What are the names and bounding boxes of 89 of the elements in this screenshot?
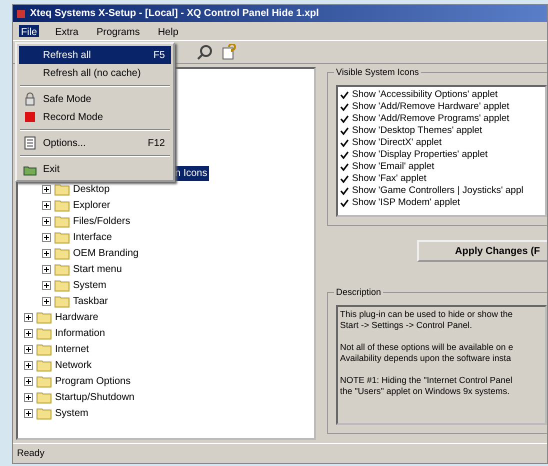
lock-icon — [23, 92, 37, 106]
expand-icon — [24, 392, 33, 402]
checkbox-label: Show 'Display Properties' applet — [352, 149, 488, 161]
checkbox[interactable] — [340, 126, 349, 136]
expand-icon — [42, 264, 51, 274]
tree-node[interactable]: Explorer — [73, 198, 110, 212]
menu-item[interactable]: Help — [156, 25, 180, 37]
apply-button[interactable]: Apply Changes (F — [417, 240, 547, 262]
menu-item[interactable]: Refresh all (no cache) — [19, 64, 171, 82]
checkbox-label: Show 'Email' applet — [352, 161, 434, 173]
checkbox[interactable] — [340, 186, 349, 196]
menu-item[interactable]: Record Mode — [19, 108, 171, 126]
folder-icon — [36, 406, 52, 420]
expand-icon — [24, 312, 33, 322]
folder-icon — [54, 246, 70, 260]
tree-node[interactable]: Startup/Shutdown — [55, 390, 134, 404]
menu-item[interactable]: Programs — [94, 25, 142, 37]
folder-icon — [54, 198, 70, 212]
group-title: Visible System Icons — [334, 66, 421, 80]
record-icon — [23, 110, 37, 124]
folder-icon — [36, 326, 52, 340]
checkbox-label: Show 'ISP Modem' applet — [352, 197, 460, 209]
folder-icon — [54, 230, 70, 244]
tree-node[interactable]: Taskbar — [73, 294, 108, 308]
tree-node[interactable]: Files/Folders — [73, 214, 130, 228]
list-icon — [23, 136, 37, 150]
folder-icon — [36, 342, 52, 356]
search-icon[interactable] — [197, 44, 213, 60]
tree-node[interactable]: Network — [55, 358, 92, 372]
tree-node[interactable]: Internet — [55, 342, 89, 356]
checkbox[interactable] — [340, 138, 349, 148]
tree-node[interactable]: Interface — [73, 230, 112, 244]
expand-icon — [42, 280, 51, 290]
tree-node[interactable]: OEM Branding — [73, 246, 139, 260]
app-icon — [16, 8, 26, 18]
expand-icon — [42, 232, 51, 242]
tree-node[interactable]: Hardware — [55, 310, 98, 324]
expand-icon — [42, 200, 51, 210]
expand-icon — [24, 344, 33, 354]
folder-icon — [54, 294, 70, 308]
description-text: This plug-in can be used to hide or show the Start -> Settings -> Control Panel. — [340, 309, 514, 331]
checkbox-label: Show 'Add/Remove Programs' applet — [352, 113, 510, 125]
checkbox[interactable] — [340, 162, 349, 172]
tree-node[interactable]: Desktop — [73, 182, 110, 196]
folder-icon — [36, 358, 52, 372]
menu-item[interactable]: Refresh all F5 — [19, 46, 171, 64]
checkbox-label: Show 'Add/Remove Hardware' applet — [352, 101, 510, 113]
checkbox-label: Show 'Fax' applet — [352, 173, 426, 185]
help-icon[interactable] — [221, 44, 237, 60]
expand-icon — [42, 248, 51, 258]
expand-icon — [42, 184, 51, 194]
description-text: Not all of these options will be available on e Availability depends upon the software insta — [340, 342, 514, 364]
tree-node[interactable]: n Icons — [173, 166, 210, 180]
expand-icon — [42, 216, 51, 226]
expand-icon — [24, 408, 33, 418]
folder-icon — [36, 310, 52, 324]
checkbox[interactable] — [340, 90, 349, 100]
expand-icon — [24, 328, 33, 338]
folder-icon — [36, 374, 52, 388]
checkbox-label: Show 'Desktop Themes' applet — [352, 125, 482, 137]
tree-node[interactable]: System — [55, 406, 88, 420]
expand-icon — [24, 360, 33, 370]
expand-icon — [42, 296, 51, 306]
menu-item[interactable]: Options... F12 — [19, 134, 171, 152]
window-title: Xteq Systems X-Setup - [Local] - XQ Control Panel Hide 1.xpl — [30, 7, 319, 21]
checkbox[interactable] — [340, 198, 349, 208]
checkbox-label: Show 'DirectX' applet — [352, 137, 442, 149]
tree-node[interactable]: Information — [55, 326, 106, 340]
folder-icon — [54, 214, 70, 228]
folder-icon — [54, 278, 70, 292]
folder-icon — [54, 262, 70, 276]
checkbox[interactable] — [340, 114, 349, 124]
group-title: Description — [334, 286, 384, 300]
menu-item[interactable]: File — [19, 25, 40, 37]
checkbox-label: Show 'Accessibility Options' applet — [352, 89, 498, 101]
tree-node[interactable]: Program Options — [55, 374, 131, 388]
checkbox-label: Show 'Game Controllers | Joysticks' appl — [352, 185, 524, 197]
tree-node[interactable]: System — [73, 278, 106, 292]
menu-item[interactable]: Extra — [53, 25, 80, 37]
status-text: Ready — [13, 443, 547, 463]
description-text: NOTE #1: Hiding the "Internet Control Panel the "Users" applet on Windows 9x systems. — [340, 375, 514, 397]
checkbox[interactable] — [340, 102, 349, 112]
checkbox[interactable] — [340, 150, 349, 160]
tree-node[interactable]: Start menu — [73, 262, 122, 276]
checkbox[interactable] — [340, 174, 349, 184]
menu-item[interactable]: Safe Mode — [19, 90, 171, 108]
menu-item[interactable]: Exit — [19, 160, 171, 178]
expand-icon — [24, 376, 33, 386]
folder-icon — [36, 390, 52, 404]
